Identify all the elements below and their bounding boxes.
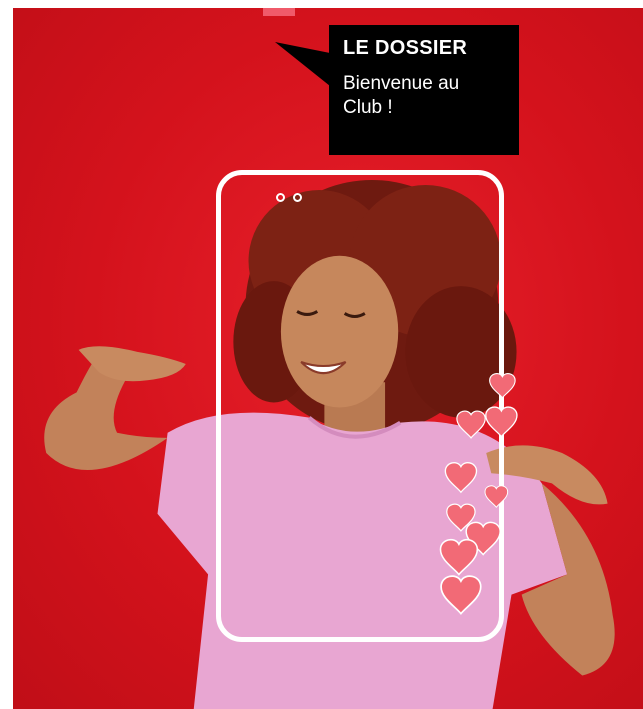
bubble-title: LE DOSSIER bbox=[343, 37, 468, 59]
camera-dot-icon bbox=[293, 193, 302, 202]
bubble-text: Bienvenue au Club ! bbox=[343, 73, 460, 118]
camera-dot-icon bbox=[276, 193, 285, 202]
hero-card: LE DOSSIER Bienvenue au Club ! bbox=[13, 8, 643, 709]
speech-bubble: LE DOSSIER Bienvenue au Club ! bbox=[329, 25, 519, 155]
smartphone-frame-icon bbox=[216, 170, 504, 642]
speech-bubble-tail bbox=[275, 42, 335, 90]
